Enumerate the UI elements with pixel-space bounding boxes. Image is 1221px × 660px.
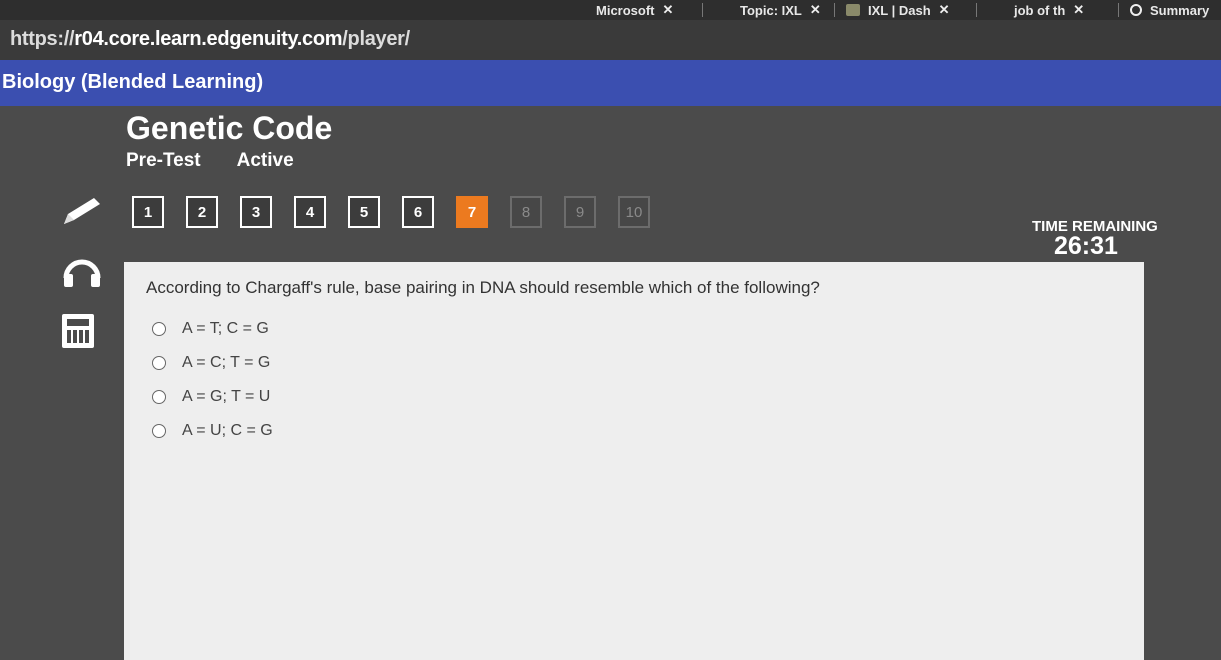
close-icon[interactable]: ✕	[939, 2, 950, 18]
tab-label: Summary	[1150, 2, 1210, 18]
question-button-4[interactable]: 4	[294, 196, 326, 228]
tab-microsoft[interactable]: Microsoft ✕	[596, 0, 673, 20]
question-button-7-current[interactable]: 7	[456, 196, 488, 228]
tab-label: job of th	[1014, 2, 1066, 18]
question-prompt: According to Chargaff's rule, base pairi…	[146, 278, 820, 297]
lesson-subtitle: Pre-Test Active	[126, 150, 294, 172]
close-icon[interactable]: ✕	[1073, 2, 1084, 18]
course-header: Biology (Blended Learning)	[0, 60, 1221, 106]
close-icon[interactable]: ✕	[810, 2, 821, 18]
lesson-status: Active	[236, 150, 294, 171]
url-domain: r04.core.learn.edgenuity.com	[74, 28, 343, 50]
tab-divider	[1118, 3, 1119, 17]
choice-label: A = G; T = U	[182, 388, 271, 405]
answer-choice-1[interactable]: A = T; C = G	[152, 320, 269, 338]
tab-topic-ixl[interactable]: Topic: IXL ✕	[740, 0, 821, 20]
answer-choice-3[interactable]: A = G; T = U	[152, 388, 270, 406]
tab-ixl-dash[interactable]: IXL | Dash ✕	[846, 0, 950, 20]
answer-choice-2[interactable]: A = C; T = G	[152, 354, 270, 372]
search-icon	[1130, 4, 1142, 16]
tab-summary[interactable]: Summary	[1130, 0, 1209, 20]
choice-label: A = U; C = G	[182, 422, 273, 439]
lesson-title: Genetic Code	[126, 110, 333, 146]
question-navigation: 1 2 3 4 5 6 7 8 9 10	[132, 196, 650, 228]
url-text[interactable]: https://r04.core.learn.edgenuity.com/pla…	[10, 28, 410, 51]
ixl-favicon-icon	[846, 4, 860, 16]
radio-button[interactable]	[152, 322, 166, 336]
question-button-3[interactable]: 3	[240, 196, 272, 228]
question-panel: According to Chargaff's rule, base pairi…	[124, 262, 1144, 660]
choice-label: A = C; T = G	[182, 354, 271, 371]
url-path: /player/	[342, 28, 410, 50]
question-button-1[interactable]: 1	[132, 196, 164, 228]
calculator-icon[interactable]	[62, 314, 94, 348]
browser-tab-bar: Microsoft ✕ Topic: IXL ✕ IXL | Dash ✕ jo…	[0, 0, 1221, 20]
question-button-10[interactable]: 10	[618, 196, 650, 228]
question-button-5[interactable]: 5	[348, 196, 380, 228]
tab-divider	[976, 3, 977, 17]
headphones-icon[interactable]	[62, 256, 102, 288]
lesson-type: Pre-Test	[126, 150, 201, 171]
tab-label: Topic: IXL	[740, 2, 802, 18]
tab-divider	[702, 3, 703, 17]
radio-button[interactable]	[152, 424, 166, 438]
timer-value: 26:31	[1054, 232, 1118, 260]
tab-divider	[834, 3, 835, 17]
question-button-6[interactable]: 6	[402, 196, 434, 228]
url-prefix: https://	[10, 28, 75, 50]
course-title: Biology (Blended Learning)	[2, 71, 264, 93]
tab-label: Microsoft	[596, 2, 655, 18]
radio-button[interactable]	[152, 356, 166, 370]
close-icon[interactable]: ✕	[663, 2, 674, 18]
question-button-9[interactable]: 9	[564, 196, 596, 228]
answer-choice-4[interactable]: A = U; C = G	[152, 422, 273, 440]
tab-label: IXL | Dash	[868, 2, 931, 18]
tab-job-of-the[interactable]: job of th ✕	[1014, 0, 1084, 20]
pencil-icon[interactable]	[62, 196, 102, 224]
choice-label: A = T; C = G	[182, 320, 269, 337]
question-button-8[interactable]: 8	[510, 196, 542, 228]
radio-button[interactable]	[152, 390, 166, 404]
address-bar[interactable]: https://r04.core.learn.edgenuity.com/pla…	[0, 20, 1221, 60]
question-button-2[interactable]: 2	[186, 196, 218, 228]
